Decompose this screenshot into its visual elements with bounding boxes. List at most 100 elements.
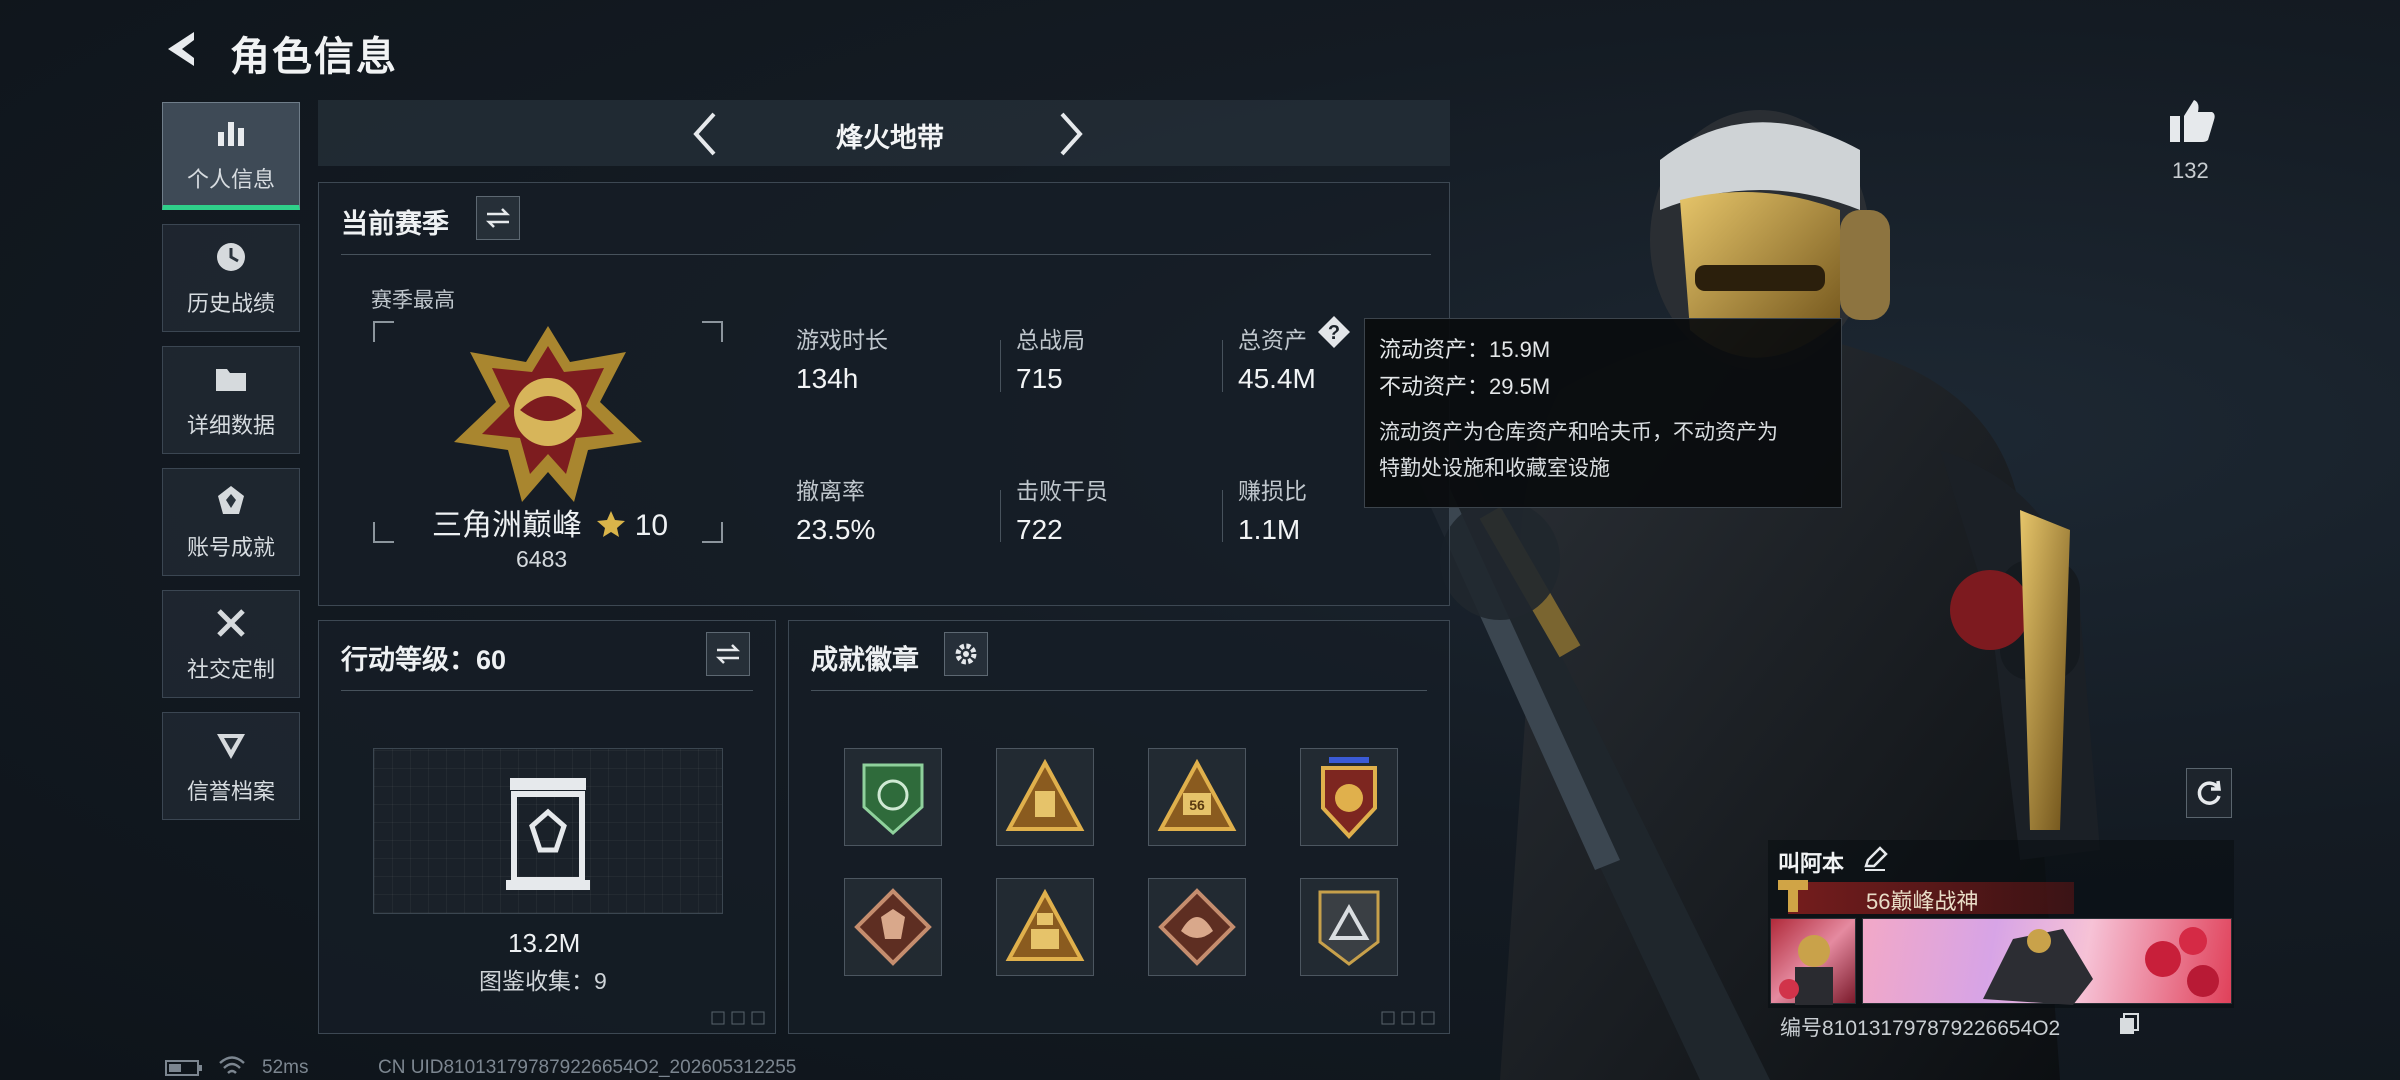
title-badge-icon (1778, 880, 1808, 912)
collection-count: 图鉴收集：9 (479, 968, 607, 994)
divider (1222, 490, 1223, 542)
panel-corner-mark (711, 1011, 765, 1025)
refresh-icon (2197, 780, 2221, 805)
collection-case-icon (506, 778, 590, 890)
rank-name: 三角洲巅峰 10 (432, 500, 668, 544)
rank-points: 6483 (516, 546, 568, 572)
stat-label-play-time: 游戏时长 (796, 327, 888, 353)
achievement-badge[interactable] (996, 878, 1094, 976)
title-badge-text: 56巅峰战神 (1866, 889, 1979, 914)
player-name: 叫阿本 (1778, 851, 1845, 876)
ping-text: 52ms (262, 1057, 309, 1078)
nav-item-history[interactable]: 历史战绩 (162, 224, 300, 332)
divider (1000, 340, 1001, 392)
player-id: 编号810131797879226654O2 (1780, 1017, 2061, 1040)
nav-label: 历史战绩 (186, 291, 275, 316)
tooltip-note-line1: 流动资产为仓库资产和哈夫币，不动资产为 (1379, 421, 1778, 444)
name-card-banner[interactable] (1862, 918, 2232, 1005)
achievement-badge[interactable]: 56 (1148, 748, 1246, 846)
page-title: 角色信息 (230, 35, 398, 79)
avatar-card[interactable] (1770, 918, 1856, 1005)
nav-item-personal-info[interactable]: 个人信息 (162, 102, 300, 210)
green-lion-badge-icon (862, 763, 924, 836)
star-shield-badge-icon (1321, 757, 1377, 839)
nav-label: 个人信息 (186, 167, 275, 192)
likes-count: 132 (2172, 158, 2209, 183)
stat-value-profit-loss: 1.1M (1238, 514, 1301, 545)
tooltip-liquid-assets: 流动资产：15.9M (1379, 337, 1551, 362)
battery-icon (165, 1060, 202, 1076)
banner-image (1983, 927, 2219, 1005)
silver-triangle-badge-icon (1318, 890, 1380, 966)
stat-label-profit-loss: 赚损比 (1238, 478, 1307, 504)
stat-value-play-time: 134h (796, 363, 859, 394)
avatar-image (1779, 935, 1833, 1005)
action-level-title: 行动等级：60 (341, 645, 507, 675)
gear-icon (955, 643, 977, 665)
divider (341, 254, 1431, 255)
divider (1000, 490, 1001, 542)
nav-item-achievements[interactable]: 账号成就 (162, 468, 300, 576)
stat-value-total-matches: 715 (1016, 363, 1063, 394)
uid-text: CN UID810131797879226654O2_202605312255 (378, 1057, 797, 1078)
rank-name-text: 三角洲巅峰 (432, 509, 582, 542)
stat-value-extraction-rate: 23.5% (796, 514, 876, 545)
mode-title: 烽火地带 (836, 123, 944, 153)
divider (811, 690, 1427, 691)
gold-triangle-badge-icon (1005, 759, 1085, 831)
nav-label: 社交定制 (186, 657, 275, 682)
clock-icon (217, 243, 245, 271)
assets-tooltip: 流动资产：15.9M 不动资产：29.5M 流动资产为仓库资产和哈夫币，不动资产… (1364, 318, 1842, 508)
divider (341, 690, 753, 691)
svg-text:?: ? (1328, 322, 1340, 344)
nav-item-social-custom[interactable]: 社交定制 (162, 590, 300, 698)
nav-label: 账号成就 (186, 535, 275, 560)
edit-icon[interactable] (1862, 846, 1888, 872)
achievement-badge[interactable] (844, 748, 942, 846)
bronze-dragon-badge-icon (1158, 888, 1236, 966)
chevron-right-icon[interactable] (1046, 108, 1094, 160)
achievement-badge[interactable] (996, 748, 1094, 846)
panel-corner-mark (1381, 1011, 1435, 1025)
wifi-icon (219, 1056, 245, 1074)
stat-label-total-matches: 总战局 (1016, 327, 1085, 353)
back-arrow-icon[interactable] (160, 26, 206, 72)
stat-value-total-assets: 45.4M (1238, 363, 1316, 394)
badge-56-text: 56 (1189, 797, 1205, 813)
stat-value-operators-defeated: 722 (1016, 514, 1063, 545)
rotate-view-button[interactable] (2186, 768, 2232, 818)
shield-icon (217, 734, 245, 759)
nav-item-detail-data[interactable]: 详细数据 (162, 346, 300, 454)
stat-label-total-assets: 总资产 (1238, 327, 1307, 353)
star-icon (597, 511, 626, 537)
action-level-switch-button[interactable] (706, 632, 750, 676)
help-icon[interactable]: ? (1316, 314, 1352, 350)
stat-label-operators-defeated: 击败干员 (1016, 478, 1108, 504)
tooltip-fixed-assets: 不动资产：29.5M (1379, 374, 1551, 399)
tools-icon (217, 609, 245, 637)
season-switch-button[interactable] (476, 196, 520, 240)
gold-triangle-56-badge-icon: 56 (1157, 759, 1237, 831)
achievement-badge[interactable] (1300, 748, 1398, 846)
gold-pyramid-badge-icon (1005, 889, 1085, 961)
chevron-left-icon[interactable] (682, 108, 730, 160)
achievement-settings-button[interactable] (944, 632, 988, 676)
tooltip-note-line2: 特勤处设施和收藏室设施 (1379, 457, 1610, 480)
thumbs-up-icon[interactable] (2168, 98, 2216, 144)
swap-icon (715, 644, 741, 664)
achievement-badge[interactable] (1300, 878, 1398, 976)
achievement-title: 成就徽章 (811, 645, 919, 675)
copy-icon[interactable] (2118, 1012, 2140, 1036)
nav-item-reputation[interactable]: 信誉档案 (162, 712, 300, 820)
season-best-label: 赛季最高 (371, 289, 455, 312)
swap-icon (485, 208, 511, 228)
achievement-badge[interactable] (1148, 878, 1246, 976)
achievement-badge[interactable] (844, 878, 942, 976)
divider (1222, 340, 1223, 392)
achievement-icon (218, 486, 244, 514)
collection-value: 13.2M (508, 928, 581, 958)
season-panel-title: 当前赛季 (341, 209, 449, 239)
rank-stars: 10 (634, 509, 669, 542)
nav-label: 详细数据 (186, 413, 275, 438)
rank-emblem-icon (454, 326, 642, 502)
